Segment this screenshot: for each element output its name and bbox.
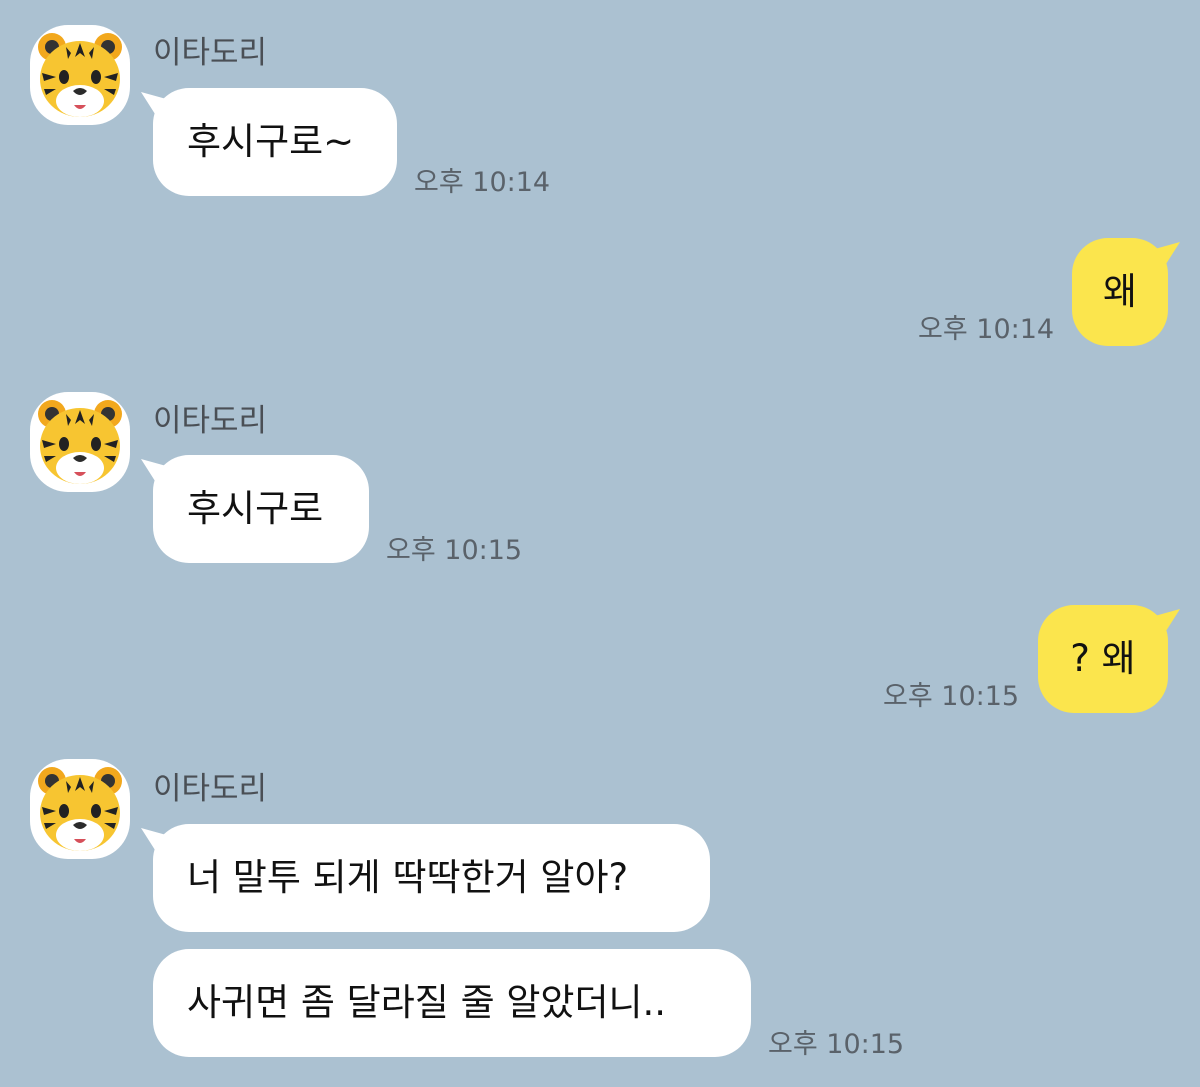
message-time: 오후 10:14 (918, 314, 1055, 345)
sender-name: 이타도리 (153, 771, 268, 807)
message-time: 오후 10:15 (768, 1029, 905, 1060)
message-bubble-incoming[interactable]: 너 말투 되게 딱딱한거 알아? (153, 824, 710, 932)
message-time: 오후 10:15 (386, 535, 523, 566)
message-time: 오후 10:15 (883, 681, 1020, 712)
tiger-face-icon[interactable] (30, 392, 130, 492)
tiger-face-icon[interactable] (30, 25, 130, 125)
tiger-face-icon[interactable] (30, 759, 130, 859)
message-bubble-incoming[interactable]: 후시구로~ (153, 88, 397, 196)
sender-name: 이타도리 (153, 35, 268, 71)
message-bubble-outgoing[interactable]: ? 왜 (1038, 605, 1168, 713)
chat-area[interactable]: 이타도리 후시구로~ 오후 10:14 왜 오후 10:14 이타도리 후시구로… (0, 0, 1200, 1087)
message-time: 오후 10:14 (414, 167, 551, 198)
message-bubble-outgoing[interactable]: 왜 (1072, 238, 1168, 346)
message-bubble-incoming[interactable]: 사귀면 좀 달라질 줄 알았더니.. (153, 949, 751, 1057)
message-bubble-incoming[interactable]: 후시구로 (153, 455, 369, 563)
sender-name: 이타도리 (153, 403, 268, 439)
